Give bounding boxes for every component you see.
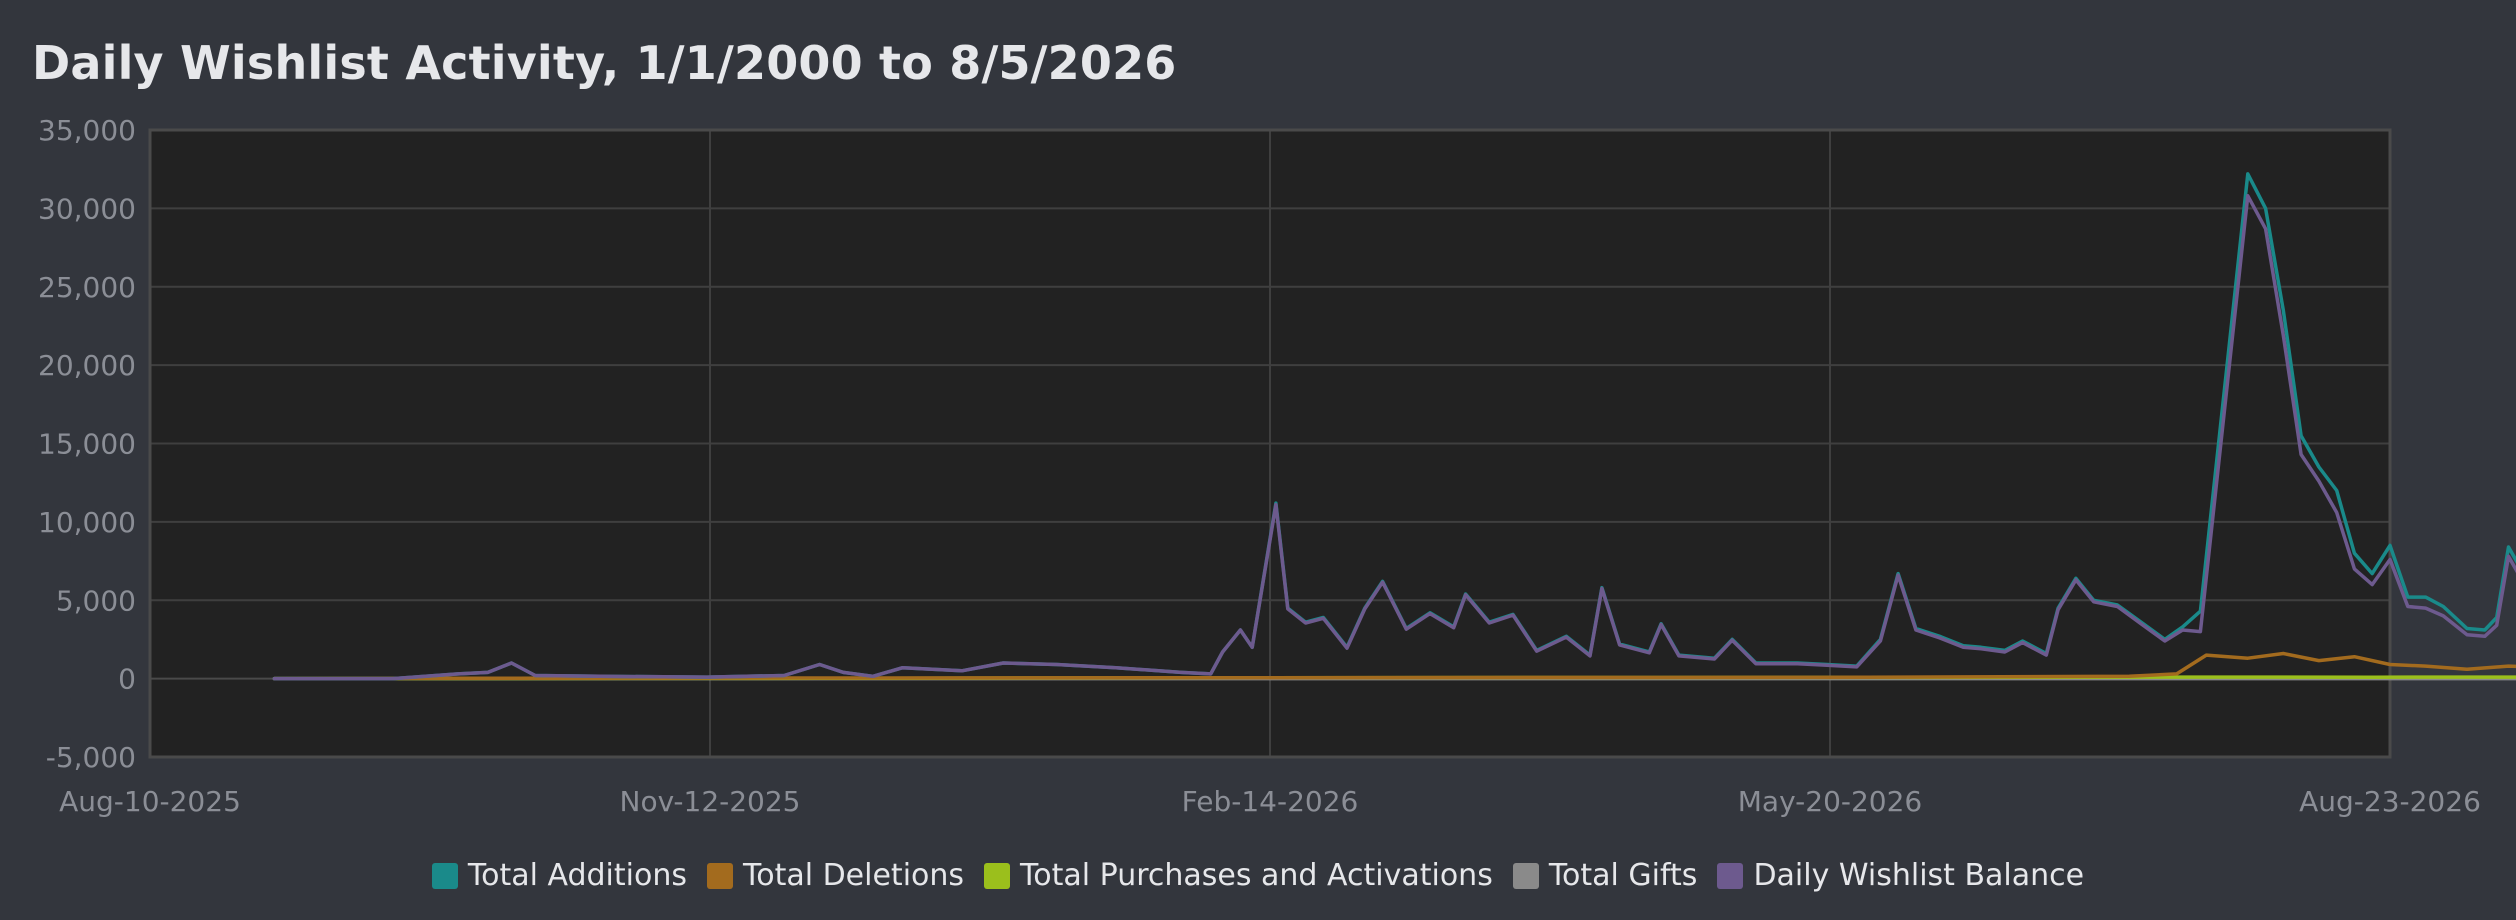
- legend-label: Total Gifts: [1548, 858, 1698, 893]
- legend-swatch: [431, 862, 458, 889]
- y-tick-label: 35,000: [38, 114, 136, 147]
- legend-swatch: [706, 862, 733, 889]
- x-tick-label: Nov-12-2025: [620, 785, 801, 818]
- y-tick-label: -5,000: [46, 741, 136, 774]
- chart-container: Daily Wishlist Activity, 1/1/2000 to 8/5…: [0, 0, 2516, 920]
- legend-swatch: [984, 862, 1011, 889]
- x-axis-ticks: Aug-10-2025 Nov-12-2025 Feb-14-2026 May-…: [59, 785, 2481, 818]
- chart-legend: Total Additions Total Deletions Total Pu…: [0, 858, 2516, 893]
- legend-swatch: [1512, 862, 1539, 889]
- y-tick-label: 0: [118, 663, 136, 696]
- legend-label: Total Purchases and Activations: [1020, 858, 1493, 893]
- legend-item-total-deletions[interactable]: Total Deletions: [706, 858, 965, 893]
- y-tick-label: 5,000: [56, 584, 136, 617]
- y-tick-label: 30,000: [38, 192, 136, 225]
- x-tick-label: Aug-23-2026: [2299, 785, 2481, 818]
- legend-label: Total Additions: [467, 858, 687, 893]
- legend-item-total-purchases[interactable]: Total Purchases and Activations: [984, 858, 1493, 893]
- legend-label: Total Deletions: [742, 858, 965, 893]
- y-tick-label: 15,000: [38, 428, 136, 461]
- y-tick-label: 10,000: [38, 506, 136, 539]
- legend-item-total-gifts[interactable]: Total Gifts: [1512, 858, 1698, 893]
- legend-swatch: [1717, 862, 1744, 889]
- legend-label: Daily Wishlist Balance: [1753, 858, 2085, 893]
- line-chart: 35,000 30,000 25,000 20,000 15,000 10,00…: [38, 114, 2516, 818]
- y-tick-label: 25,000: [38, 271, 136, 304]
- legend-item-daily-wishlist-balance[interactable]: Daily Wishlist Balance: [1717, 858, 2084, 893]
- legend-item-total-additions[interactable]: Total Additions: [431, 858, 687, 893]
- x-tick-label: May-20-2026: [1738, 785, 1923, 818]
- y-axis-ticks: 35,000 30,000 25,000 20,000 15,000 10,00…: [38, 114, 136, 774]
- y-tick-label: 20,000: [38, 349, 136, 382]
- x-tick-label: Feb-14-2026: [1182, 785, 1359, 818]
- x-tick-label: Aug-10-2025: [59, 785, 241, 818]
